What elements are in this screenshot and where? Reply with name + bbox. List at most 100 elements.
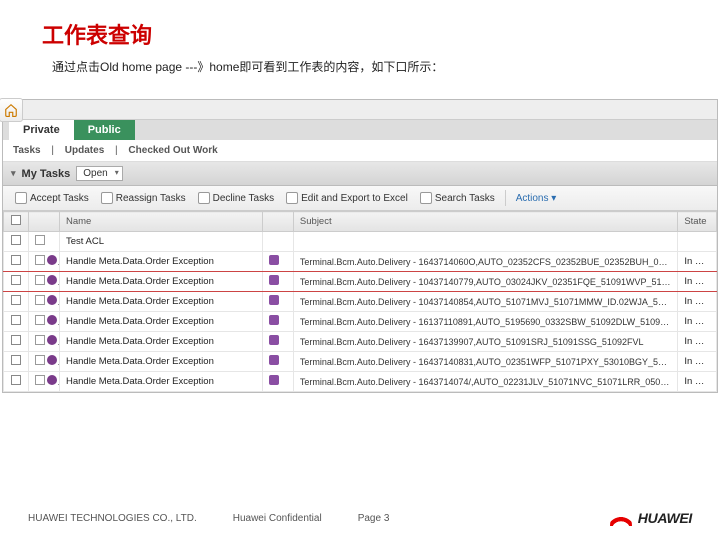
huawei-logo-text: HUAWEI xyxy=(638,510,692,526)
row-subject: Terminal.Bcm.Auto.Delivery - 16137110891… xyxy=(293,312,677,332)
col-state[interactable]: State xyxy=(678,212,717,232)
decline-icon xyxy=(198,192,210,204)
role-icon xyxy=(269,275,279,285)
role-icon xyxy=(269,375,279,385)
row-type-icon xyxy=(35,375,57,385)
table-row[interactable]: Handle Meta.Data.Order Exception Terminal… xyxy=(4,312,717,332)
huawei-logo-icon xyxy=(610,510,632,526)
row-type-icon xyxy=(35,275,57,285)
subnav: Tasks | Updates | Checked Out Work xyxy=(3,140,717,162)
info-icon[interactable] xyxy=(47,315,57,325)
table-row[interactable]: Handle Meta.Data.Order Exception Terminal… xyxy=(4,332,717,352)
accept-icon xyxy=(15,192,27,204)
row-state xyxy=(678,232,717,252)
table-row[interactable]: Handle Meta.Data.Order Exception Terminal… xyxy=(4,352,717,372)
row-type-icon xyxy=(35,295,57,305)
decline-tasks-button[interactable]: Decline Tasks xyxy=(192,190,281,206)
collapse-icon[interactable]: ▾ xyxy=(11,168,16,179)
col-subject[interactable]: Subject xyxy=(293,212,677,232)
topstrip xyxy=(3,100,717,120)
accept-tasks-button[interactable]: Accept Tasks xyxy=(9,190,95,206)
row-name: Handle Meta.Data.Order Exception xyxy=(60,352,263,372)
row-type-icon xyxy=(35,335,57,345)
subnav-updates[interactable]: Updates xyxy=(65,145,104,156)
row-state: In Work xyxy=(678,372,717,392)
footer: HUAWEI TECHNOLOGIES CO., LTD. Huawei Con… xyxy=(0,510,720,526)
footer-page: Page 3 xyxy=(358,513,390,524)
table-row[interactable]: Handle Meta.Data.Order Exception Terminal… xyxy=(4,272,717,292)
info-icon[interactable] xyxy=(47,335,57,345)
col-name[interactable]: Name xyxy=(60,212,263,232)
row-type-icon xyxy=(35,235,45,245)
row-state: In Work xyxy=(678,352,717,372)
row-state: In Work xyxy=(678,252,717,272)
info-icon[interactable] xyxy=(47,255,57,265)
info-icon[interactable] xyxy=(47,295,57,305)
row-checkbox[interactable] xyxy=(11,355,21,365)
row-name: Handle Meta.Data.Order Exception xyxy=(60,292,263,312)
reassign-tasks-button[interactable]: Reassign Tasks xyxy=(95,190,192,206)
app-panel: Private Public Tasks | Updates | Checked… xyxy=(2,99,718,393)
row-type-icon xyxy=(35,315,57,325)
home-icon[interactable] xyxy=(0,98,23,122)
tab-public[interactable]: Public xyxy=(74,120,135,140)
footer-confidential: Huawei Confidential xyxy=(233,513,322,524)
row-checkbox[interactable] xyxy=(11,315,21,325)
table-header-row: Name Subject State xyxy=(4,212,717,232)
toolbar: Accept Tasks Reassign Tasks Decline Task… xyxy=(3,186,717,211)
row-subject: Terminal.Bcm.Auto.Delivery - 16437140831… xyxy=(293,352,677,372)
export-icon xyxy=(286,192,298,204)
row-subject: Terminal.Bcm.Auto.Delivery - 10437140779… xyxy=(293,272,677,292)
slide-description: 通过点击Old home page ---》home即可看到工作表的内容，如下口… xyxy=(0,56,720,85)
row-checkbox[interactable] xyxy=(11,235,21,245)
row-type-icon xyxy=(35,255,57,265)
actions-dropdown[interactable]: Actions ▾ xyxy=(510,191,563,206)
role-icon xyxy=(269,295,279,305)
edit-export-button[interactable]: Edit and Export to Excel xyxy=(280,190,414,206)
section-header: ▾ My Tasks Open xyxy=(3,162,717,186)
row-subject: Terminal.Bcm.Auto.Delivery - 16437139907… xyxy=(293,332,677,352)
info-icon[interactable] xyxy=(47,355,57,365)
row-checkbox[interactable] xyxy=(11,375,21,385)
row-state: In Work xyxy=(678,272,717,292)
row-subject: Terminal.Bcm.Auto.Delivery - 1643714074/… xyxy=(293,372,677,392)
slide-title: 工作表查询 xyxy=(0,0,720,56)
row-name: Handle Meta.Data.Order Exception xyxy=(60,372,263,392)
row-name: Handle Meta.Data.Order Exception xyxy=(60,312,263,332)
footer-company: HUAWEI TECHNOLOGIES CO., LTD. xyxy=(28,513,197,524)
subnav-checked-out[interactable]: Checked Out Work xyxy=(128,145,217,156)
row-checkbox[interactable] xyxy=(11,295,21,305)
row-name: Test ACL xyxy=(60,232,263,252)
table-row[interactable]: Test ACL xyxy=(4,232,717,252)
table-row[interactable]: Handle Meta.Data.Order Exception Terminal… xyxy=(4,372,717,392)
info-icon[interactable] xyxy=(47,375,57,385)
row-state: In Work xyxy=(678,332,717,352)
role-icon xyxy=(269,335,279,345)
tab-private[interactable]: Private xyxy=(9,120,74,140)
row-state: In Work xyxy=(678,292,717,312)
role-icon xyxy=(269,255,279,265)
col-checkbox[interactable] xyxy=(4,212,29,232)
table-row[interactable]: Handle Meta.Data.Order Exception Terminal… xyxy=(4,292,717,312)
row-checkbox[interactable] xyxy=(11,335,21,345)
row-name: Handle Meta.Data.Order Exception xyxy=(60,332,263,352)
row-subject: Terminal.Bcm.Auto.Delivery - 10437140854… xyxy=(293,292,677,312)
search-tasks-button[interactable]: Search Tasks xyxy=(414,190,501,206)
status-dropdown[interactable]: Open xyxy=(76,166,122,181)
table-row[interactable]: Handle Meta.Data.Order Exception Terminal… xyxy=(4,252,717,272)
search-icon xyxy=(420,192,432,204)
toolbar-divider xyxy=(505,190,506,206)
row-name: Handle Meta.Data.Order Exception xyxy=(60,252,263,272)
row-checkbox[interactable] xyxy=(11,255,21,265)
row-checkbox[interactable] xyxy=(11,275,21,285)
col-icons xyxy=(29,212,60,232)
role-icon xyxy=(269,315,279,325)
info-icon[interactable] xyxy=(47,275,57,285)
tasks-table: Name Subject State Test ACLHandle Meta.D… xyxy=(3,211,717,392)
tabs: Private Public xyxy=(3,120,717,140)
reassign-icon xyxy=(101,192,113,204)
subnav-tasks[interactable]: Tasks xyxy=(13,145,41,156)
role-icon xyxy=(269,355,279,365)
row-name: Handle Meta.Data.Order Exception xyxy=(60,272,263,292)
row-subject: Terminal.Bcm.Auto.Delivery - 1643714060O… xyxy=(293,252,677,272)
